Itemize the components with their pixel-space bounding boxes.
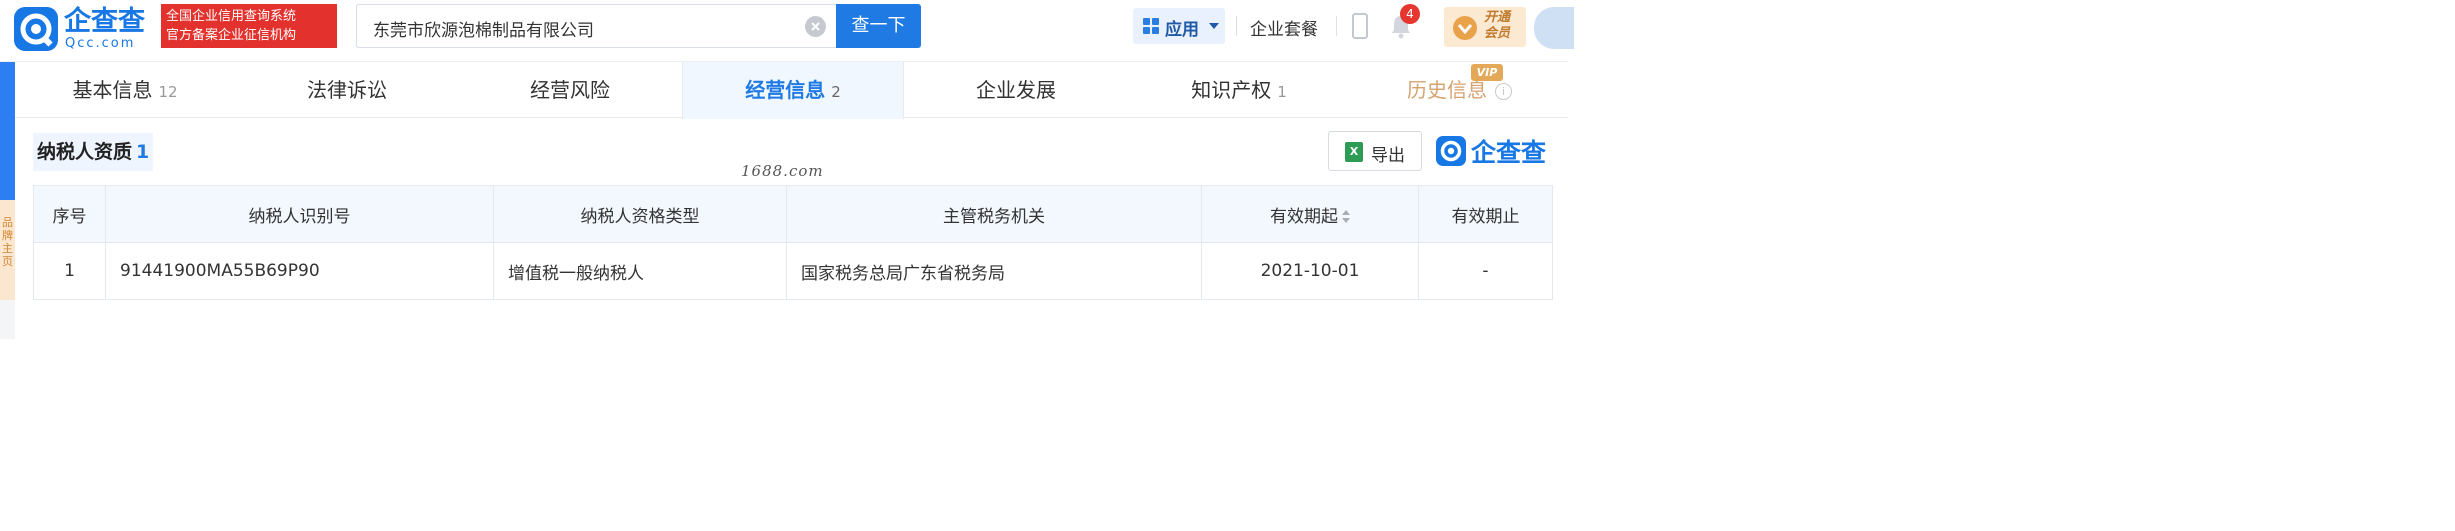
brand-name: 企查查 xyxy=(1471,138,1547,167)
column-header: 纳税人识别号 xyxy=(105,185,494,243)
top-header: 企查查 Qcc.com 全国企业信用查询系统 官方备案企业征信机构 东莞市欣源泡… xyxy=(0,0,1574,62)
tab-development[interactable]: 企业发展 xyxy=(905,62,1127,118)
table-header-row: 序号 纳税人识别号 纳税人资格类型 主管税务机关 有效期起 有效期止 xyxy=(33,185,1553,243)
info-icon: i xyxy=(1495,83,1512,100)
enterprise-suite-link[interactable]: 企业套餐 xyxy=(1250,15,1318,40)
export-label: 导出 xyxy=(1371,146,1405,166)
tab-business-info[interactable]: 经营信息 2 xyxy=(682,62,904,119)
slogan-banner: 全国企业信用查询系统 官方备案企业征信机构 xyxy=(161,4,337,48)
search-button[interactable]: 查一下 xyxy=(836,4,921,48)
section-count: 1 xyxy=(136,141,150,163)
tab-label: 经营信息 xyxy=(745,78,826,102)
section-title-text: 纳税人资质 xyxy=(37,141,133,163)
sidebar-item-brand[interactable]: 品牌主页 xyxy=(0,200,15,300)
chevron-down-icon xyxy=(1209,23,1219,29)
tab-count: 1 xyxy=(1277,83,1287,101)
header-divider xyxy=(1236,16,1237,36)
header-divider xyxy=(1336,16,1337,36)
tab-label: 知识产权 xyxy=(1191,78,1272,102)
qcc-brand-logo: 企查查 xyxy=(1436,134,1558,168)
column-header: 有效期止 xyxy=(1418,185,1553,243)
vip-tag: VIP xyxy=(1471,64,1503,81)
search-value: 东莞市欣源泡棉制品有限公司 xyxy=(373,21,594,41)
column-header: 序号 xyxy=(33,185,106,243)
vip-line-1: 开通 xyxy=(1484,10,1511,25)
tab-basic-info[interactable]: 基本信息 12 xyxy=(15,62,235,118)
vip-label: 开通 会员 xyxy=(1484,10,1510,42)
column-header-sortable[interactable]: 有效期起 xyxy=(1201,185,1419,243)
app-menu-label: 应用 xyxy=(1165,20,1199,40)
app-menu-button[interactable]: 应用 xyxy=(1133,8,1225,44)
tab-history[interactable]: 历史信息 i xyxy=(1351,62,1568,118)
sidebar-brand-label: 品牌主页 xyxy=(2,216,13,268)
tab-bar: 基本信息 12 法律诉讼 经营风险 经营信息 2 企业发展 知识产权 1 历史信息 i xyxy=(15,62,1568,119)
taxpayer-table: 序号 纳税人识别号 纳税人资格类型 主管税务机关 有效期起 有效期止 1 914… xyxy=(33,185,1553,300)
vip-crown-icon xyxy=(1453,16,1477,40)
logo-domain: Qcc.com xyxy=(65,36,136,51)
tab-label: 经营风险 xyxy=(530,78,610,102)
tab-legal[interactable]: 法律诉讼 xyxy=(236,62,458,118)
mobile-phone-icon[interactable] xyxy=(1352,13,1368,39)
tab-label: 企业发展 xyxy=(976,78,1056,102)
cell-tax-id: 91441900MA55B69P90 xyxy=(105,242,494,300)
tab-ip[interactable]: 知识产权 1 xyxy=(1128,62,1350,118)
cell-type: 增值税一般纳税人 xyxy=(493,242,787,300)
sidebar-item-active[interactable] xyxy=(0,62,15,200)
logo-mark-icon xyxy=(14,7,58,51)
watermark: 1688.com xyxy=(741,162,824,180)
column-header: 纳税人资格类型 xyxy=(493,185,787,243)
tab-label: 历史信息 xyxy=(1407,78,1487,102)
sort-icon[interactable] xyxy=(1342,209,1350,224)
notification-badge: 4 xyxy=(1400,4,1420,24)
cell-start-date: 2021-10-01 xyxy=(1201,242,1419,300)
qcc-logo[interactable]: 企查查 Qcc.com xyxy=(14,6,156,51)
tab-risk[interactable]: 经营风险 xyxy=(459,62,681,118)
vip-line-2: 会员 xyxy=(1484,26,1511,41)
logo-name: 企查查 xyxy=(64,6,145,37)
cell-index: 1 xyxy=(33,242,106,300)
export-button[interactable]: X 导出 xyxy=(1328,131,1422,171)
tab-count: 2 xyxy=(831,83,841,101)
tab-label: 法律诉讼 xyxy=(307,78,387,102)
cell-end-date: - xyxy=(1418,242,1553,300)
clear-icon[interactable] xyxy=(805,16,826,37)
table-row: 1 91441900MA55B69P90 增值税一般纳税人 国家税务总局广东省税… xyxy=(33,242,1553,300)
search-input[interactable]: 东莞市欣源泡棉制品有限公司 xyxy=(356,4,836,48)
slogan-line-2: 官方备案企业征信机构 xyxy=(166,28,297,43)
tab-count: 12 xyxy=(158,83,178,101)
section-title: 纳税人资质 1 xyxy=(33,133,154,171)
column-header: 主管税务机关 xyxy=(786,185,1202,243)
tab-label: 基本信息 xyxy=(72,78,153,102)
slogan-line-1: 全国企业信用查询系统 xyxy=(166,9,297,24)
cell-authority: 国家税务总局广东省税务局 xyxy=(786,242,1202,300)
logo-mark-icon xyxy=(1436,136,1466,166)
avatar[interactable] xyxy=(1534,7,1574,49)
excel-icon: X xyxy=(1345,142,1363,162)
apps-grid-icon xyxy=(1143,18,1159,34)
column-header-label: 有效期起 xyxy=(1270,206,1338,227)
open-vip-button[interactable]: 开通 会员 xyxy=(1444,7,1526,47)
